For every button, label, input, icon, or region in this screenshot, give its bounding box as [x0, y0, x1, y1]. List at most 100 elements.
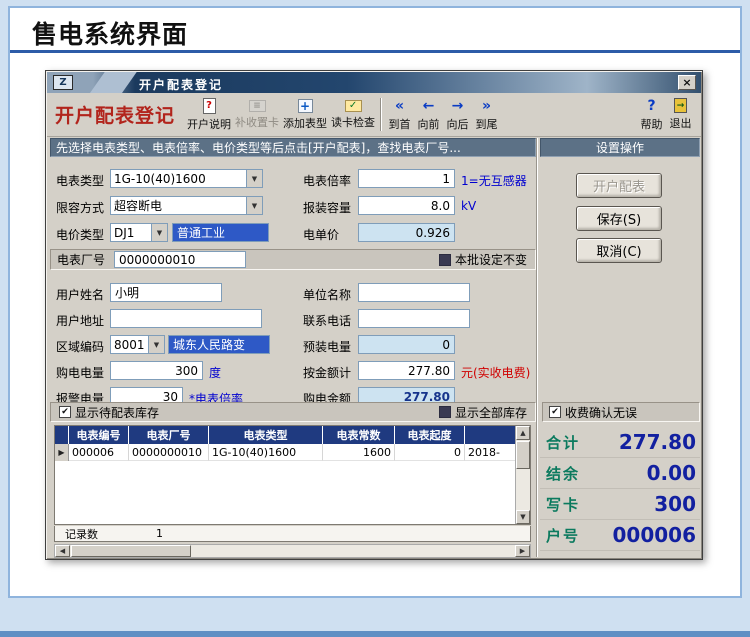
toolbar: 开户配表登记 ? 开户说明 ≡ 补收置卡 + 添加表型 ✓ 读卡检查 « 到首	[47, 93, 701, 137]
previous-record-icon: ←	[422, 97, 435, 114]
open-account-help-button[interactable]: ? 开户说明	[185, 94, 233, 135]
col-meter-no[interactable]: 电表厂号	[129, 426, 209, 444]
cell-meter-const: 1600	[323, 444, 395, 461]
meter-no-input[interactable]: 0000000010	[114, 251, 247, 268]
phone-input[interactable]	[358, 309, 470, 328]
account-no-label: 户号	[546, 526, 581, 545]
table-row[interactable]: ▶ 000006 0000000010 1G-10(40)1600 1600 0…	[55, 444, 530, 461]
card-icon: ≡	[248, 99, 266, 112]
write-card-value: 300	[654, 492, 696, 516]
close-icon[interactable]: ×	[678, 75, 696, 90]
reissue-card-button[interactable]: ≡ 补收置卡	[233, 94, 281, 135]
table-vertical-scrollbar[interactable]: ▲ ▼	[515, 426, 530, 524]
hint-message: 先选择电表类型、电表倍率、电价类型等后点击[开户配表]，查找电表厂号...	[56, 141, 461, 155]
price-type-label: 电价类型	[56, 228, 105, 242]
region-code-select[interactable]: 8001 ▼	[110, 335, 165, 354]
meter-stock-table: 电表编号 电表厂号 电表类型 电表常数 电表起度 ▶ 000006 000000…	[54, 425, 531, 525]
go-last-button[interactable]: » 到尾	[472, 94, 501, 135]
next-record-icon: →	[451, 97, 464, 114]
settings-panel-header: 设置操作	[540, 138, 700, 157]
meter-no-label: 电表厂号	[57, 253, 106, 267]
by-amount-input[interactable]: 277.80	[358, 361, 455, 380]
user-addr-label: 用户地址	[56, 314, 105, 328]
go-previous-button[interactable]: ← 向前	[414, 94, 443, 135]
limit-mode-label: 限容方式	[56, 201, 105, 215]
go-next-button[interactable]: → 向后	[443, 94, 472, 135]
limit-mode-value: 超容断电	[114, 199, 163, 213]
col-meter-const[interactable]: 电表常数	[323, 426, 395, 444]
total-row: 合计 277.80	[540, 427, 700, 458]
capacity-label: 报装容量	[303, 201, 352, 215]
read-card-icon: ✓	[344, 99, 362, 112]
doc-question-icon: ?	[202, 97, 216, 114]
toolbar-button-label: 到首	[388, 117, 411, 131]
fee-confirm-checkbox[interactable]: ✔ 收费确认无误	[549, 404, 637, 421]
table-horizontal-scrollbar[interactable]: ◀ ▶	[54, 544, 531, 558]
price-type-select[interactable]: DJ1 ▼	[110, 223, 168, 242]
scroll-left-icon[interactable]: ◀	[55, 545, 70, 557]
scroll-down-icon[interactable]: ▼	[516, 510, 530, 524]
toolbar-button-label: 读卡检查	[331, 115, 376, 129]
user-name-input[interactable]: 小明	[110, 283, 222, 302]
account-no-value: 000006	[612, 523, 697, 547]
read-card-check-button[interactable]: ✓ 读卡检查	[329, 94, 377, 135]
org-name-input[interactable]	[358, 283, 470, 302]
capacity-unit: kV	[461, 199, 477, 213]
by-amount-label: 按金额计	[303, 366, 352, 380]
titlebar-swoosh	[85, 72, 141, 93]
price-type-desc[interactable]: 普通工业	[172, 223, 269, 242]
cell-meter-type: 1G-10(40)1600	[209, 444, 323, 461]
region-code-value: 8001	[114, 337, 145, 352]
go-first-button[interactable]: « 到首	[385, 94, 414, 135]
balance-value: 0.00	[646, 461, 696, 485]
meter-ratio-label: 电表倍率	[303, 174, 352, 188]
user-addr-input[interactable]	[110, 309, 262, 328]
show-pending-checkbox[interactable]: ✔ 显示待配表库存	[59, 404, 159, 421]
fee-confirm-band: ✔ 收费确认无误	[542, 402, 700, 422]
exit-button[interactable]: → 退出	[666, 94, 695, 135]
table-header-gutter	[55, 426, 69, 444]
scroll-right-icon[interactable]: ▶	[515, 545, 530, 557]
chevron-down-icon[interactable]: ▼	[151, 224, 167, 241]
save-button[interactable]: 保存(S)	[576, 206, 662, 231]
toolbar-button-label: 帮助	[640, 117, 663, 131]
buy-qty-input[interactable]: 300	[110, 361, 203, 380]
page: 售电系统界面 Z 开户配表登记 × 开户配表登记 ? 开户说明 ≡ 补收置卡 +…	[0, 0, 750, 637]
write-card-label: 写卡	[546, 495, 581, 514]
price-type-value: DJ1	[114, 225, 135, 240]
assign-meter-button[interactable]: 开户配表	[576, 173, 662, 198]
scroll-up-icon[interactable]: ▲	[516, 426, 530, 440]
checkbox-filled-icon	[438, 406, 451, 418]
help-button[interactable]: ? 帮助	[637, 94, 666, 135]
toolbar-button-label: 补收置卡	[235, 115, 280, 129]
region-desc[interactable]: 城东人民路变	[168, 335, 270, 354]
row-pointer-icon: ▶	[55, 444, 69, 461]
meter-ratio-input[interactable]: 1	[358, 169, 455, 188]
header-divider	[10, 50, 740, 53]
page-title: 售电系统界面	[32, 20, 189, 49]
limit-mode-select[interactable]: 超容断电 ▼	[110, 196, 263, 215]
chevron-down-icon[interactable]: ▼	[246, 197, 262, 214]
col-meter-start[interactable]: 电表起度	[395, 426, 465, 444]
cell-meter-start: 0	[395, 444, 465, 461]
scroll-track[interactable]	[516, 469, 530, 510]
checkbox-filled-icon	[438, 253, 451, 266]
exit-door-icon: →	[674, 98, 687, 113]
chevron-down-icon[interactable]: ▼	[246, 170, 262, 187]
chevron-down-icon[interactable]: ▼	[148, 336, 164, 353]
scroll-thumb[interactable]	[516, 441, 530, 469]
meter-no-band: 电表厂号 0000000010 本批设定不变	[50, 249, 536, 270]
add-meter-type-button[interactable]: + 添加表型	[281, 94, 329, 135]
batch-fixed-checkbox[interactable]: 本批设定不变	[438, 251, 527, 268]
show-all-checkbox[interactable]: 显示全部库存	[438, 404, 527, 421]
dialog-titlebar[interactable]: Z 开户配表登记 ×	[47, 72, 701, 93]
scroll-thumb[interactable]	[71, 545, 191, 557]
scroll-track[interactable]	[191, 545, 515, 557]
col-meter-id[interactable]: 电表编号	[69, 426, 129, 444]
balance-label: 结余	[546, 464, 581, 483]
capacity-input[interactable]: 8.0	[358, 196, 455, 215]
col-meter-type[interactable]: 电表类型	[209, 426, 323, 444]
cancel-button[interactable]: 取消(C)	[576, 238, 662, 263]
page-bottom-border	[0, 631, 750, 637]
meter-type-select[interactable]: 1G-10(40)1600 ▼	[110, 169, 263, 188]
